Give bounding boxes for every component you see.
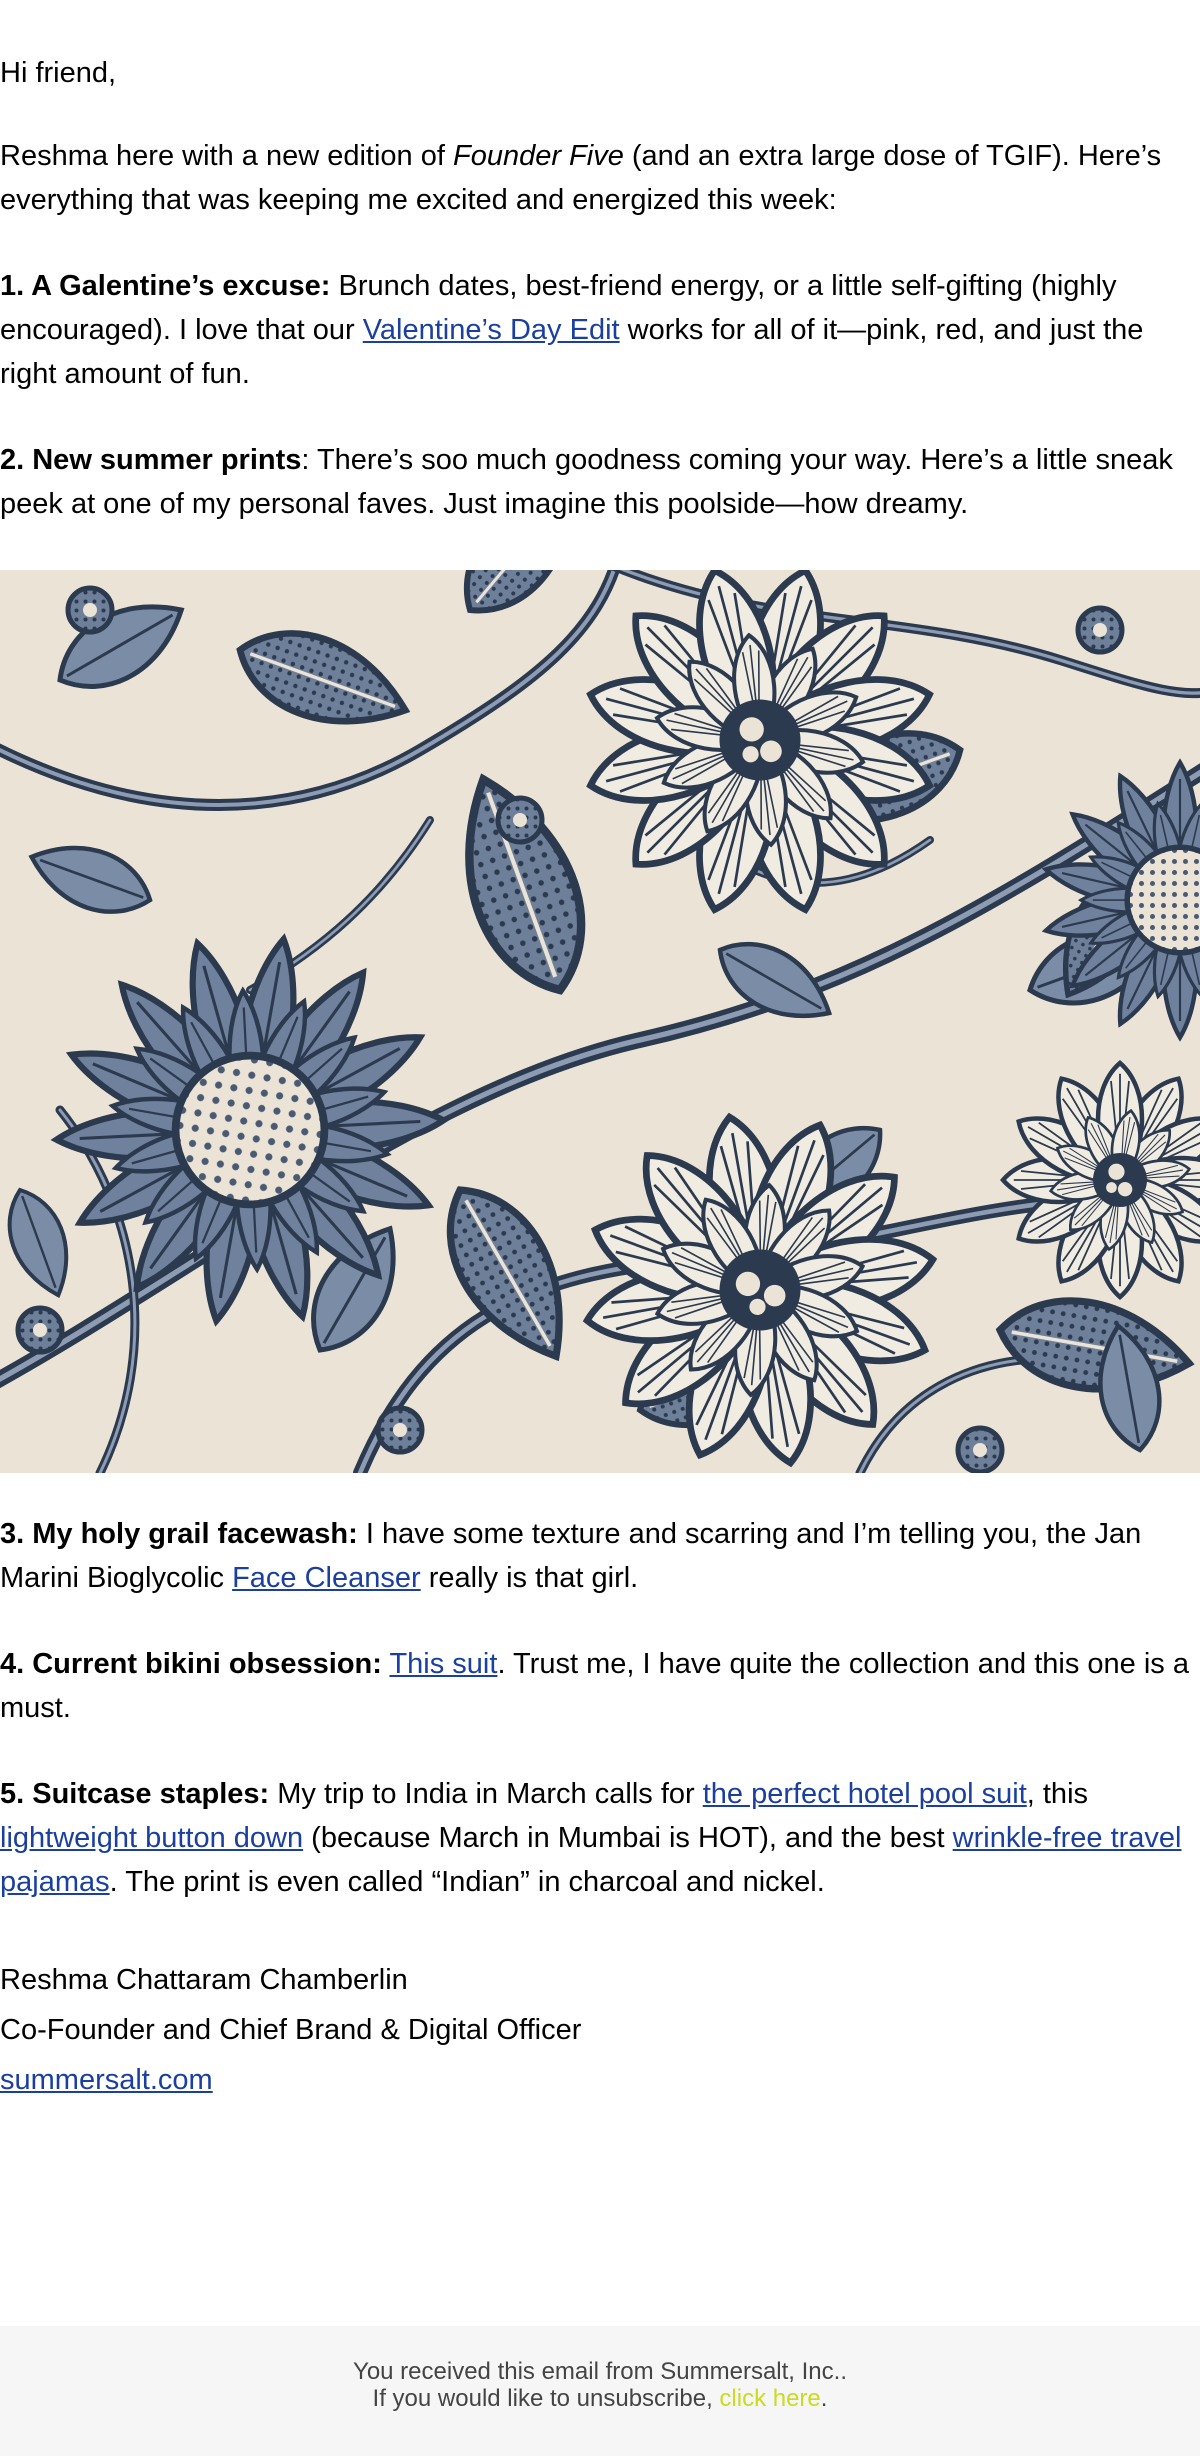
- item-heading: 5. Suitcase staples:: [0, 1778, 270, 1810]
- item-facewash: 3. My holy grail facewash: I have some t…: [0, 1512, 1200, 1600]
- footer-sender-line: You received this email from Summersalt,…: [353, 2358, 847, 2385]
- item-heading: 4. Current bikini obsession:: [0, 1648, 382, 1680]
- item-heading: 1. A Galentine’s excuse:: [0, 270, 331, 302]
- item-heading: 2. New summer prints: [0, 444, 302, 476]
- intro-text: Reshma here with a new edition of: [0, 140, 453, 172]
- button-down-link[interactable]: lightweight button down: [0, 1822, 303, 1854]
- item-text: (because March in Mumbai is HOT), and th…: [303, 1822, 953, 1854]
- signature-block: Reshma Chattaram Chamberlin Co-Founder a…: [0, 1955, 581, 2105]
- floral-print-artwork: [0, 570, 1200, 1473]
- item-text: , this: [1026, 1778, 1089, 1810]
- hotel-pool-suit-link[interactable]: the perfect hotel pool suit: [703, 1778, 1027, 1810]
- website-link[interactable]: summersalt.com: [0, 2064, 213, 2096]
- item-text: My trip to India in March calls for: [269, 1778, 703, 1810]
- greeting: Hi friend,: [0, 57, 117, 89]
- face-cleanser-link[interactable]: Face Cleanser: [232, 1562, 421, 1594]
- unsubscribe-link[interactable]: click here: [719, 2385, 820, 2412]
- footer-text: If you would like to unsubscribe,: [372, 2385, 720, 2412]
- item-text: . The print is even called “Indian” in c…: [109, 1866, 825, 1898]
- valentines-edit-link[interactable]: Valentine’s Day Edit: [363, 314, 620, 346]
- email-footer: You received this email from Summersalt,…: [0, 2326, 1200, 2456]
- item-text: really is that girl.: [420, 1562, 639, 1594]
- item-galentines: 1. A Galentine’s excuse: Brunch dates, b…: [0, 264, 1200, 396]
- item-bikini: 4. Current bikini obsession: This suit. …: [0, 1642, 1200, 1730]
- footer-text: .: [820, 2385, 828, 2412]
- footer-unsubscribe-line: If you would like to unsubscribe, click …: [0, 2385, 1200, 2412]
- floral-print-image: [0, 570, 1200, 1473]
- intro-paragraph: Reshma here with a new edition of Founde…: [0, 134, 1200, 222]
- signature-name: Reshma Chattaram Chamberlin: [0, 1964, 408, 1996]
- item-suitcase: 5. Suitcase staples: My trip to India in…: [0, 1772, 1200, 1904]
- item-heading: 3. My holy grail facewash:: [0, 1518, 358, 1550]
- newsletter-name: Founder Five: [452, 140, 624, 172]
- signature-title: Co-Founder and Chief Brand & Digital Off…: [0, 2014, 582, 2046]
- item-summer-prints: 2. New summer prints: There’s soo much g…: [0, 438, 1200, 526]
- this-suit-link[interactable]: This suit: [389, 1648, 497, 1680]
